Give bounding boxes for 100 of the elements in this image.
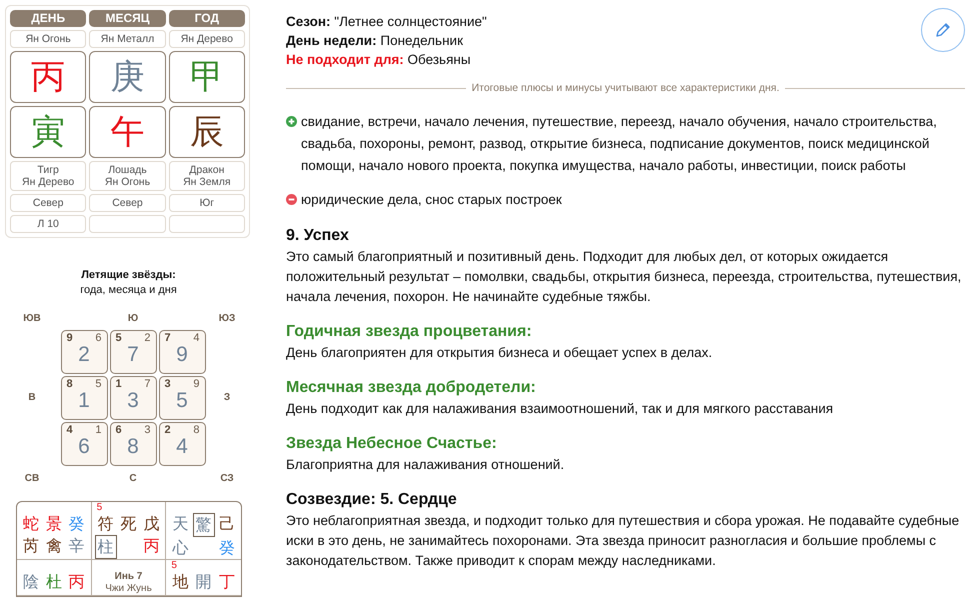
day-number: 4 (175, 434, 189, 460)
stem-glyph: 甲 (168, 51, 245, 103)
day-number: 5 (175, 388, 189, 414)
palace-number: 5 (170, 560, 178, 571)
chart-glyph: 芮 (22, 535, 40, 557)
year-number: 2 (164, 424, 171, 436)
direction-label: СВ (24, 472, 40, 486)
chart-glyph: 禽 (44, 535, 63, 557)
direction-label: С (129, 472, 137, 486)
chart-glyph: 杜 (44, 571, 63, 593)
stars-subtitle: года, месяца и дня (79, 283, 178, 298)
section-title: Созвездие: 5. Сердце (286, 490, 458, 510)
section-title: 9. Успех (286, 226, 350, 246)
section-text: День подходит как для налаживания взаимоотношений, так и для мягкого расставания (286, 400, 834, 418)
month-number: 3 (144, 424, 150, 436)
direction-label: ЮВ (23, 312, 41, 326)
chart-glyph: 死 (119, 513, 138, 535)
chart-glyph: 開 (194, 571, 213, 593)
section-title: Звезда Небесное Счастье: (286, 434, 498, 454)
chart-glyph: 己 (218, 513, 236, 535)
day-number: 9 (175, 342, 189, 368)
extra-label: Л 10 (10, 215, 86, 233)
chart-glyph: 癸 (218, 537, 236, 559)
branch-glyph: 午 (89, 106, 166, 158)
direction-label: ЮЗ (218, 312, 236, 326)
month-number: 9 (193, 378, 200, 390)
day-number: 1 (77, 388, 91, 414)
direction-label: З (224, 391, 230, 405)
day-number: 6 (77, 434, 91, 460)
animal-label: Лошадь Ян Огонь (89, 161, 166, 191)
chart-glyph: 陰 (22, 571, 40, 593)
section-text: Это самый благоприятный и позитивный день. Подходит для любых дел, от которых ожидается положительный результат – помолвки, свадьбы, открытия бизнеса, переезда, строительства, путешествия, начала лечения, похорон. Не начинайте судебные тяжбы. (286, 248, 962, 306)
pillar-heading: МЕСЯЦ (89, 10, 166, 27)
stem-glyph: 丙 (10, 51, 86, 103)
info-line: Сезон: "Летнее солнцестояние" (286, 13, 487, 31)
month-number: 1 (95, 424, 102, 436)
info-line: Не подходит для: Обезьяны (286, 51, 471, 69)
direction-label: Север (89, 194, 166, 212)
month-number: 8 (193, 424, 200, 436)
pencil-icon (934, 21, 952, 39)
edit-button[interactable] (921, 8, 965, 52)
year-number: 7 (164, 332, 171, 344)
direction-label: Юг (168, 194, 245, 212)
chart-glyph: 景 (44, 513, 63, 535)
palace-label: Чжи Жунь (104, 583, 153, 595)
chart-glyph: 柱 (94, 535, 117, 559)
chart-glyph: 丙 (142, 535, 160, 557)
chart-glyph: 丙 (68, 571, 86, 593)
activity-list: юридические дела, снос старых построек (301, 188, 562, 211)
element-label: Ян Металл (89, 30, 166, 48)
year-number: 5 (116, 332, 122, 344)
year-number: 4 (66, 424, 73, 436)
element-label: Ян Дерево (168, 30, 245, 48)
branch-glyph: 寅 (10, 106, 86, 158)
pillar-heading: ДЕНЬ (10, 10, 86, 27)
chart-glyph: 蛇 (22, 513, 40, 535)
chart-glyph: 驚 (192, 513, 215, 537)
stars-title: Летящие звёзды: (80, 268, 177, 283)
month-number: 6 (95, 332, 102, 344)
day-number: 3 (126, 388, 140, 414)
chart-glyph: 心 (171, 537, 190, 559)
year-number: 3 (164, 378, 171, 390)
activity-list: свидание, встречи, начало лечения, путешествие, переезд, начало обучения, начало строительства, свадьба, похороны, ремонт, развод, открытие бизнеса, подписание документов, поиск медицинской помощи, начало нового проекта, покупка имущества, начало работы, инвестиции, поиск работы (301, 110, 965, 177)
minus-icon (286, 194, 297, 205)
animal-label: Дракон Ян Земля (168, 161, 245, 191)
month-number: 4 (193, 332, 200, 344)
section-text: Благоприятна для налаживания отношений. (286, 456, 566, 474)
palace-label: Инь 7 (114, 571, 144, 583)
year-number: 8 (66, 378, 73, 390)
chart-glyph: 辛 (68, 535, 86, 557)
month-number: 2 (144, 332, 150, 344)
stem-glyph: 庚 (89, 51, 166, 103)
month-number: 5 (95, 378, 102, 390)
animal-label: Тигр Ян Дерево (10, 161, 86, 191)
day-number: 2 (77, 342, 91, 368)
direction-label: Ю (128, 312, 138, 326)
palace-number: 5 (96, 502, 104, 513)
branch-glyph: 辰 (168, 106, 245, 158)
year-number: 9 (66, 332, 73, 344)
chart-glyph: 癸 (68, 513, 86, 535)
chart-glyph: 丁 (218, 571, 236, 593)
pillar-heading: ГОД (168, 10, 245, 27)
element-label: Ян Огонь (10, 30, 86, 48)
chart-glyph: 符 (96, 513, 115, 535)
chart-glyph: 天 (171, 513, 190, 535)
plus-icon (286, 116, 297, 127)
section-title: Годичная звезда процветания: (286, 322, 533, 342)
day-number: 8 (126, 434, 140, 460)
section-text: День благоприятен для открытия бизнеса и обещает успех в делах. (286, 344, 714, 362)
chart-glyph: 地 (171, 571, 190, 593)
day-number: 7 (126, 342, 140, 368)
direction-label: Север (10, 194, 86, 212)
section-title: Месячная звезда добродетели: (286, 378, 537, 398)
year-number: 1 (116, 378, 122, 390)
year-number: 6 (116, 424, 122, 436)
section-text: Это неблагоприятная звезда, и подходит только для путешествия и сбора урожая. Не подавайте судебные иски в это день, не занимайтесь похоронами. Эта звезда приносит разногласия и большие проблемы с законодательством. Также приводит к спорам между наследниками. (286, 512, 960, 570)
direction-label: В (28, 391, 36, 405)
direction-label: СЗ (220, 472, 234, 486)
divider-note: Итоговые плюсы и минусы учитывают все характеристики дня. (472, 81, 780, 96)
chart-glyph: 戊 (142, 513, 160, 535)
